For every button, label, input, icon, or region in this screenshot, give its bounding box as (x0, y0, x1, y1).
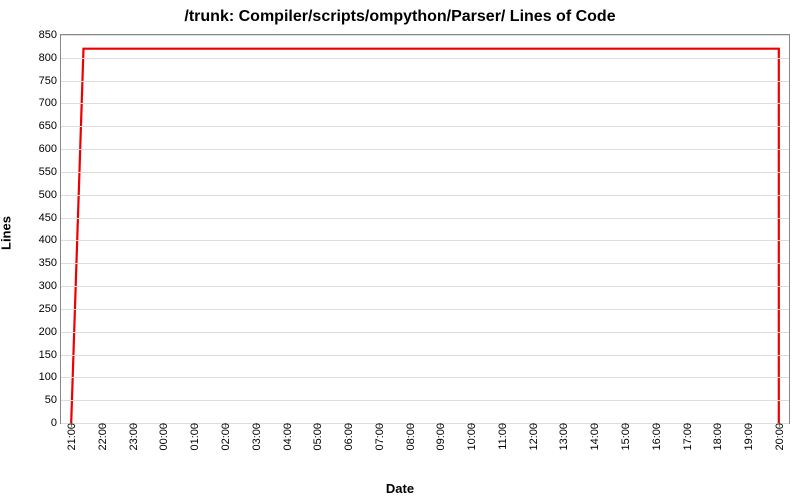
y-tick-label: 550 (39, 166, 61, 178)
x-axis-label: Date (386, 481, 414, 496)
y-tick-label: 0 (51, 417, 61, 429)
gridline-h (61, 81, 789, 82)
y-tick-label: 50 (45, 394, 61, 406)
gridline-h (61, 309, 789, 310)
plot-wrap: 0501001502002503003504004505005506006507… (60, 34, 790, 424)
gridline-h (61, 263, 789, 264)
x-tick-label: 09:00 (433, 423, 447, 451)
x-tick-label: 07:00 (372, 423, 386, 451)
x-tick-label: 18:00 (710, 423, 724, 451)
y-tick-label: 250 (39, 303, 61, 315)
y-tick-label: 350 (39, 257, 61, 269)
series-line (71, 49, 779, 423)
y-tick-label: 300 (39, 280, 61, 292)
y-tick-label: 500 (39, 189, 61, 201)
x-tick-label: 10:00 (464, 423, 478, 451)
gridline-h (61, 400, 789, 401)
gridline-h (61, 355, 789, 356)
y-tick-label: 150 (39, 349, 61, 361)
plot-area: 0501001502002503003504004505005506006507… (60, 34, 790, 424)
gridline-h (61, 58, 789, 59)
x-tick-label: 05:00 (310, 423, 324, 451)
gridline-h (61, 218, 789, 219)
gridline-h (61, 149, 789, 150)
gridline-h (61, 332, 789, 333)
x-tick-label: 16:00 (649, 423, 663, 451)
y-tick-label: 650 (39, 120, 61, 132)
x-tick-label: 00:00 (156, 423, 170, 451)
x-tick-label: 17:00 (680, 423, 694, 451)
x-tick-label: 14:00 (587, 423, 601, 451)
y-tick-label: 700 (39, 97, 61, 109)
y-tick-label: 450 (39, 212, 61, 224)
gridline-h (61, 377, 789, 378)
y-axis-label: Lines (0, 216, 14, 250)
y-tick-label: 800 (39, 52, 61, 64)
chart-line-layer (61, 35, 789, 423)
chart-container: /trunk: Compiler/scripts/ompython/Parser… (0, 0, 800, 500)
y-tick-label: 100 (39, 371, 61, 383)
y-tick-label: 850 (39, 29, 61, 41)
x-tick-label: 23:00 (126, 423, 140, 451)
x-tick-label: 02:00 (218, 423, 232, 451)
x-tick-label: 01:00 (187, 423, 201, 451)
gridline-h (61, 172, 789, 173)
y-tick-label: 600 (39, 143, 61, 155)
y-tick-label: 400 (39, 234, 61, 246)
x-tick-label: 03:00 (249, 423, 263, 451)
gridline-h (61, 126, 789, 127)
gridline-h (61, 286, 789, 287)
x-tick-label: 13:00 (556, 423, 570, 451)
chart-title: /trunk: Compiler/scripts/ompython/Parser… (0, 0, 800, 30)
gridline-h (61, 103, 789, 104)
x-tick-label: 08:00 (403, 423, 417, 451)
x-tick-label: 19:00 (741, 423, 755, 451)
x-tick-label: 21:00 (64, 423, 78, 451)
gridline-h (61, 35, 789, 36)
x-tick-label: 04:00 (280, 423, 294, 451)
y-tick-label: 200 (39, 326, 61, 338)
x-tick-label: 12:00 (526, 423, 540, 451)
gridline-h (61, 195, 789, 196)
x-tick-label: 11:00 (495, 423, 509, 450)
x-tick-label: 15:00 (618, 423, 632, 451)
x-tick-label: 20:00 (772, 423, 786, 451)
x-tick-label: 06:00 (341, 423, 355, 451)
x-tick-label: 22:00 (95, 423, 109, 451)
gridline-h (61, 240, 789, 241)
y-tick-label: 750 (39, 75, 61, 87)
